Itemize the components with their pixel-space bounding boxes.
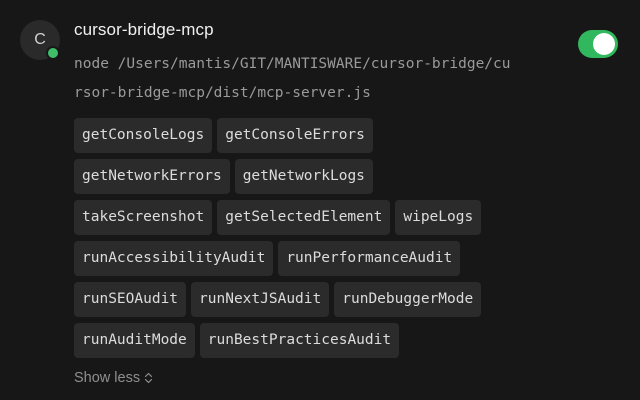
toggle-knob bbox=[593, 33, 615, 55]
show-less-label: Show less bbox=[74, 370, 141, 386]
tool-row: runSEOAudit runNextJSAudit runDebuggerMode bbox=[74, 282, 554, 317]
mcp-server-card: C cursor-bridge-mcp node /Users/mantis/G… bbox=[0, 0, 640, 400]
tool-chip[interactable]: runNextJSAudit bbox=[191, 282, 330, 317]
tool-list: getConsoleLogs getConsoleErrors getNetwork… bbox=[74, 118, 554, 364]
tool-chip[interactable]: getConsoleLogs bbox=[74, 118, 213, 153]
server-command: node /Users/mantis/GIT/MANTISWARE/cursor… bbox=[74, 56, 511, 101]
tool-chip[interactable]: runPerformanceAudit bbox=[278, 241, 461, 276]
tool-chip[interactable]: takeScreenshot bbox=[74, 200, 213, 235]
tool-chip[interactable]: runSEOAudit bbox=[74, 282, 187, 317]
tool-chip[interactable]: runDebuggerMode bbox=[334, 282, 482, 317]
tool-chip[interactable]: wipeLogs bbox=[395, 200, 482, 235]
tool-row: getConsoleLogs getConsoleErrors bbox=[74, 118, 554, 153]
tool-chip[interactable]: getSelectedElement bbox=[217, 200, 391, 235]
chevron-up-down-icon bbox=[144, 372, 153, 384]
server-name: cursor-bridge-mcp bbox=[74, 20, 214, 39]
server-enabled-toggle[interactable] bbox=[578, 30, 618, 58]
tool-chip[interactable]: getNetworkErrors bbox=[74, 159, 230, 194]
show-less-button[interactable]: Show less bbox=[74, 370, 153, 386]
tool-row: getNetworkErrors getNetworkLogs bbox=[74, 159, 554, 194]
tool-row: runAuditMode runBestPracticesAudit bbox=[74, 323, 554, 358]
tool-chip[interactable]: getConsoleErrors bbox=[217, 118, 373, 153]
tool-chip[interactable]: runBestPracticesAudit bbox=[199, 323, 400, 358]
status-online-indicator bbox=[46, 46, 60, 60]
tool-chip[interactable]: runAuditMode bbox=[74, 323, 195, 358]
tool-chip[interactable]: runAccessibilityAudit bbox=[74, 241, 274, 276]
server-avatar-wrap: C bbox=[20, 20, 60, 60]
tool-chip[interactable]: getNetworkLogs bbox=[234, 159, 373, 194]
tool-row: takeScreenshot getSelectedElement wipeLogs bbox=[74, 200, 554, 235]
tool-row: runAccessibilityAudit runPerformanceAudit bbox=[74, 241, 554, 276]
